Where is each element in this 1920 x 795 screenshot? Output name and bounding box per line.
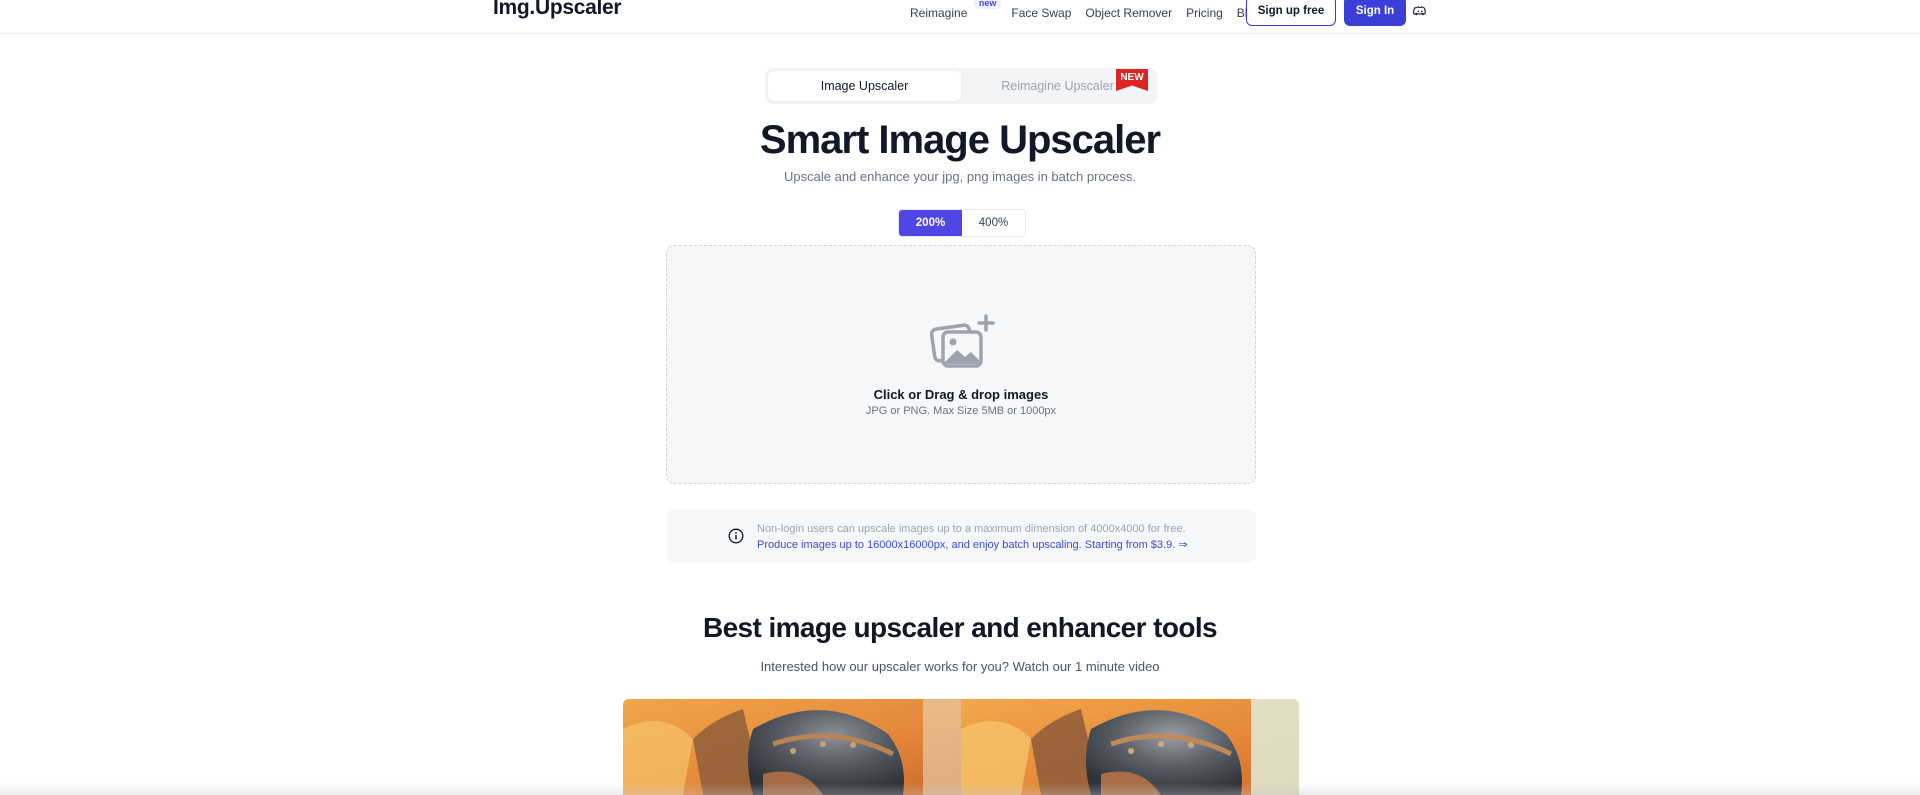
after-image-graphic — [961, 699, 1299, 795]
logo[interactable]: Img.Upscaler — [493, 0, 622, 20]
nav-reimagine[interactable]: Reimagine new — [910, 0, 1002, 20]
image-dropzone[interactable]: Click or Drag & drop images JPG or PNG. … — [666, 245, 1256, 484]
add-image-icon — [929, 314, 995, 368]
pricing-link[interactable]: Produce images up to 16000x16000px, and … — [757, 538, 1188, 551]
bottom-fade — [0, 783, 1920, 795]
page-subtitle: Upscale and enhance your jpg, png images… — [784, 169, 1136, 184]
sign-in-button[interactable]: Sign In — [1344, 0, 1406, 26]
discord-icon[interactable] — [1413, 4, 1427, 18]
comparison-video[interactable] — [623, 699, 1299, 795]
scale-200-button[interactable]: 200% — [899, 210, 962, 236]
new-badge: new — [973, 0, 1002, 9]
scale-400-button[interactable]: 400% — [962, 210, 1025, 236]
nav-face-swap[interactable]: Face Swap — [1011, 6, 1071, 20]
before-image-graphic — [623, 699, 961, 795]
nav-object-remover[interactable]: Object Remover — [1085, 6, 1172, 20]
info-icon — [728, 528, 744, 544]
info-text: Non-login users can upscale images up to… — [757, 523, 1186, 535]
section-title: Best image upscaler and enhancer tools — [702, 612, 1218, 643]
dropzone-subtitle: JPG or PNG. Max Size 5MB or 1000px — [865, 405, 1057, 417]
scale-selector: 200% 400% — [898, 209, 1026, 237]
after-image — [961, 699, 1299, 795]
nav-reimagine-label: Reimagine — [910, 6, 968, 20]
top-header: Img.Upscaler Reimagine new Face Swap Obj… — [0, 0, 1920, 34]
tab-image-upscaler[interactable]: Image Upscaler — [768, 71, 961, 101]
nav-pricing[interactable]: Pricing — [1186, 6, 1223, 20]
mode-tabs: Image Upscaler Reimagine Upscaler — [765, 68, 1157, 104]
info-notice: Non-login users can upscale images up to… — [666, 509, 1256, 563]
dropzone-title: Click or Drag & drop images — [873, 387, 1049, 402]
sign-up-button[interactable]: Sign up free — [1246, 0, 1336, 26]
before-image — [623, 699, 961, 795]
section-subtitle: Interested how our upscaler works for yo… — [760, 659, 1160, 674]
page-title: Smart Image Upscaler — [759, 118, 1161, 162]
main-nav: Reimagine new Face Swap Object Remover P… — [910, 0, 1275, 26]
